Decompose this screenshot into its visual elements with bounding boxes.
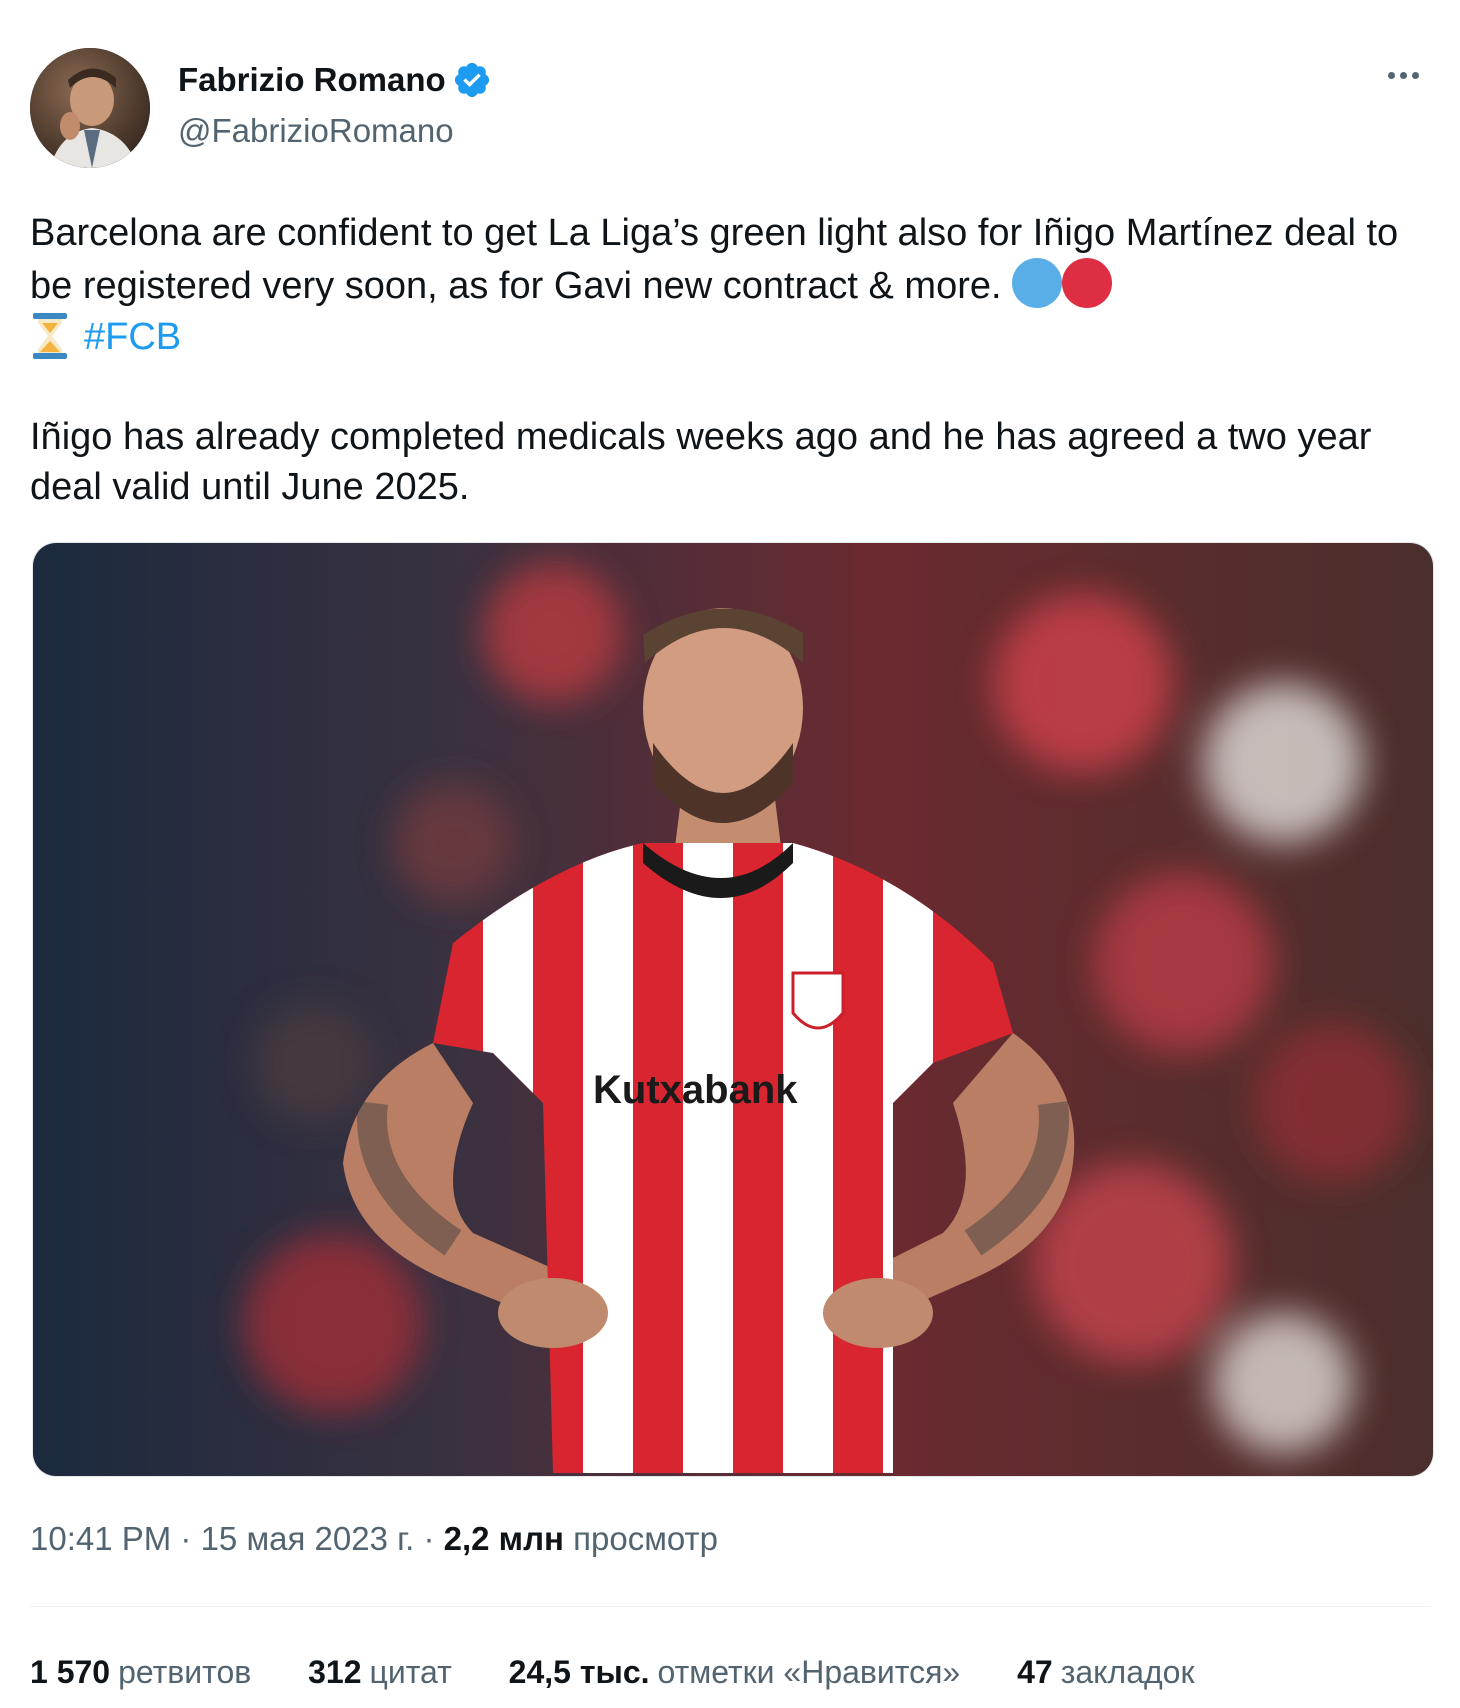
- dot: [1400, 72, 1407, 79]
- bookmarks-count: 47: [1017, 1654, 1053, 1690]
- separator: ·: [171, 1520, 201, 1557]
- separator: ·: [414, 1520, 444, 1557]
- tweet-stats: 1 570 ретвитов 312 цитат 24,5 тыс. отметки …: [30, 1654, 1242, 1691]
- dot: [1388, 72, 1395, 79]
- tweet-paragraph-1: Barcelona are confident to get La Liga’s…: [30, 208, 1440, 362]
- red-circle-emoji-icon: [1062, 258, 1113, 308]
- tweet-line-1: Barcelona are confident to get La Liga’s…: [30, 212, 1399, 307]
- views-label: просмотр: [573, 1520, 719, 1557]
- author-name[interactable]: Fabrizio Romano: [178, 61, 446, 99]
- dot: [1412, 72, 1419, 79]
- author-handle[interactable]: @FabrizioRomano: [178, 112, 454, 150]
- likes-stat[interactable]: 24,5 тыс. отметки «Нравится»: [509, 1654, 961, 1691]
- retweets-stat[interactable]: 1 570 ретвитов: [30, 1654, 251, 1691]
- author-name-row[interactable]: Fabrizio Romano: [178, 60, 492, 100]
- more-options-icon[interactable]: [1388, 66, 1428, 96]
- retweets-count: 1 570: [30, 1654, 111, 1690]
- tweet-time[interactable]: 10:41 PM: [30, 1520, 171, 1557]
- sponsor-text: Kutxabank: [593, 1068, 798, 1112]
- player-photo-image: Kutxabank: [33, 543, 1433, 1476]
- likes-count: 24,5 тыс.: [508, 1654, 650, 1690]
- avatar[interactable]: [30, 48, 150, 168]
- hashtag-link[interactable]: #FCB: [84, 316, 181, 358]
- views-count: 2,2 млн: [443, 1520, 564, 1557]
- tweet-photo[interactable]: Kutxabank: [32, 542, 1434, 1477]
- quotes-label: цитат: [369, 1654, 452, 1690]
- divider: [30, 1606, 1430, 1607]
- blue-circle-emoji-icon: [1012, 258, 1063, 308]
- avatar-image: [30, 48, 150, 168]
- tweet-date[interactable]: 15 мая 2023 г.: [201, 1520, 415, 1557]
- bookmarks-label: закладок: [1060, 1654, 1195, 1690]
- quotes-stat[interactable]: 312 цитат: [308, 1654, 452, 1691]
- hourglass-emoji-icon: [33, 313, 67, 359]
- likes-label: отметки «Нравится»: [657, 1654, 961, 1690]
- retweets-label: ретвитов: [118, 1654, 252, 1690]
- bookmarks-stat[interactable]: 47 закладок: [1017, 1654, 1194, 1691]
- tweet-meta: 10:41 PM · 15 мая 2023 г. · 2,2 млн прос…: [30, 1520, 718, 1558]
- verified-badge-icon: [454, 62, 489, 98]
- tweet-text: Barcelona are confident to get La Liga’s…: [30, 208, 1440, 512]
- tweet-paragraph-2: Iñigo has already completed medicals wee…: [30, 416, 1372, 508]
- quotes-count: 312: [308, 1654, 362, 1690]
